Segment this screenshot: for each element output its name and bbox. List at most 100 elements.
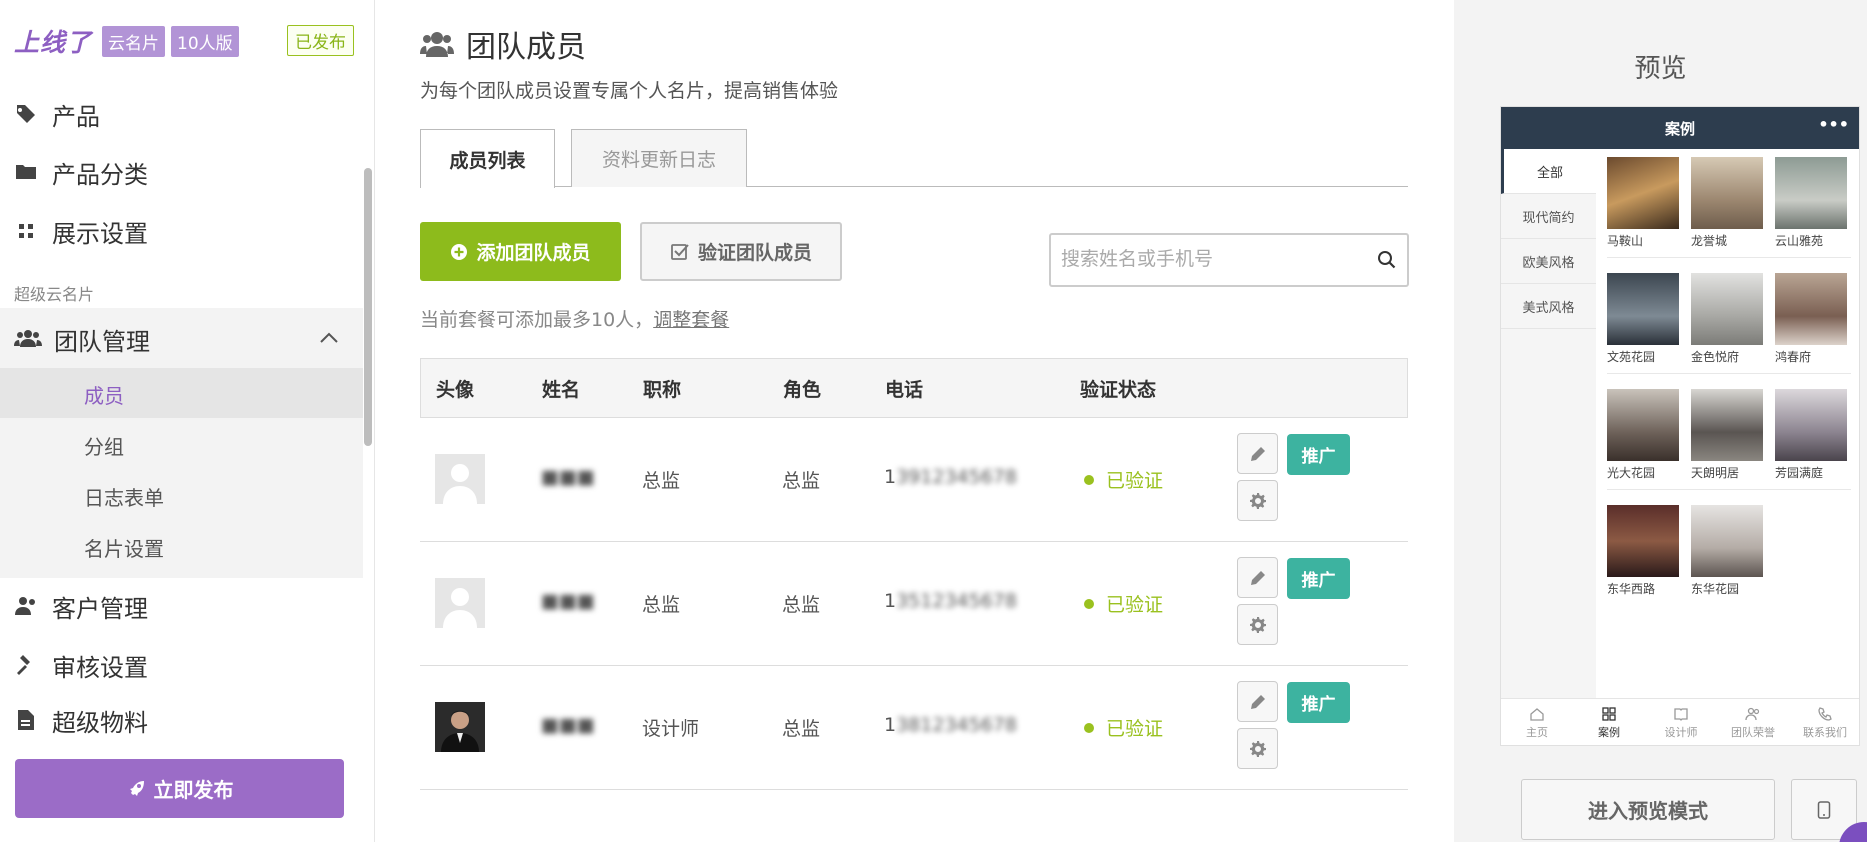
add-member-button[interactable]: 添加团队成员 [420, 222, 621, 281]
settings-button[interactable] [1237, 480, 1278, 521]
case-caption: 光大花园 [1607, 466, 1656, 480]
phone-hidden: 3912345678 [896, 466, 1017, 488]
page-subtitle: 为每个团队成员设置专属个人名片，提高销售体验 [420, 80, 839, 102]
brand-logo[interactable]: 上线了 [14, 23, 92, 59]
search-input[interactable] [1051, 235, 1351, 283]
enter-preview-button[interactable]: 进入预览模式 [1521, 779, 1775, 840]
verify-member-label: 验证团队成员 [697, 242, 812, 264]
case-card[interactable]: 文苑花园 [1607, 273, 1679, 365]
grid-icon [19, 224, 33, 238]
bottom-nav-home[interactable]: 主页 [1501, 699, 1573, 745]
tab-update-log[interactable]: 资料更新日志 [571, 129, 747, 187]
member-role: 总监 [782, 718, 821, 740]
publish-button[interactable]: 立即发布 [15, 759, 344, 818]
case-card[interactable]: 龙誉城 [1691, 157, 1763, 249]
users-icon [1745, 707, 1760, 721]
rocket-icon [129, 780, 144, 796]
brand: 上线了 云名片 10人版 [14, 23, 239, 59]
sidebar-subitem-card-settings[interactable]: 名片设置 [84, 533, 164, 562]
bottom-nav-cases[interactable]: 案例 [1573, 699, 1645, 745]
sidebar-item-categories[interactable]: 产品分类 [14, 154, 148, 190]
member-phone: 13512345678 [884, 590, 1017, 612]
bottom-nav-contact[interactable]: 联系我们 [1789, 699, 1859, 745]
case-image [1691, 389, 1763, 461]
sidebar-subitem-log-forms[interactable]: 日志表单 [84, 482, 164, 511]
published-badge: 已发布 [287, 25, 354, 56]
quota-notice: 当前套餐可添加最多10人，调整套餐 [420, 305, 729, 332]
case-card[interactable]: 马鞍山 [1607, 157, 1679, 249]
pencil-icon [1250, 570, 1265, 585]
member-name: ■■■ [541, 466, 595, 488]
sidebar-item-display-settings[interactable]: 展示设置 [14, 213, 148, 249]
table-row: ■■■ 总监 总监 13912345678 已验证 推广 [420, 418, 1408, 542]
bottom-nav-designers[interactable]: 设计师 [1645, 699, 1717, 745]
edition-tag: 10人版 [171, 25, 239, 57]
sidebar-scrollbar[interactable] [364, 168, 372, 446]
member-role: 总监 [782, 594, 821, 616]
promote-button[interactable]: 推广 [1287, 682, 1350, 723]
case-image [1691, 505, 1763, 577]
case-card[interactable]: 鸿春府 [1775, 273, 1847, 365]
case-card[interactable]: 天朗明居 [1691, 389, 1763, 481]
edit-button[interactable] [1237, 433, 1278, 474]
table-header: 头像 姓名 职称 角色 电话 验证状态 [420, 358, 1408, 418]
settings-button[interactable] [1237, 728, 1278, 769]
verify-member-button[interactable]: 验证团队成员 [640, 222, 842, 281]
chevron-up-icon[interactable] [318, 327, 340, 349]
phone-prefix: 1 [884, 714, 897, 736]
sidebar-item-products[interactable]: 产品 [14, 96, 100, 132]
case-card[interactable]: 金色悦府 [1691, 273, 1763, 365]
case-caption: 马鞍山 [1607, 234, 1644, 248]
users-icon [14, 330, 42, 347]
grid-divider [1607, 373, 1851, 374]
team-management-group: 团队管理 成员 分组 日志表单 名片设置 [0, 308, 363, 578]
case-card[interactable]: 东华花园 [1691, 505, 1763, 597]
bottom-nav-team-honors[interactable]: 团队荣誉 [1717, 699, 1789, 745]
tab-member-list[interactable]: 成员列表 [420, 129, 555, 188]
table-row: ■■■ 设计师 总监 13812345678 已验证 推广 [420, 666, 1408, 790]
case-card[interactable]: 芳园满庭 [1775, 389, 1847, 481]
case-caption: 龙誉城 [1691, 234, 1728, 248]
promote-button[interactable]: 推广 [1287, 434, 1350, 475]
sidebar-item-customers[interactable]: 客户管理 [14, 588, 148, 624]
phone-hidden: 3512345678 [896, 590, 1017, 612]
settings-button[interactable] [1237, 604, 1278, 645]
verification-status: 已验证 [1084, 590, 1163, 617]
sidebar-item-review-settings[interactable]: 审核设置 [14, 647, 148, 683]
case-image [1607, 157, 1679, 229]
avatar [435, 578, 485, 628]
sidebar-item-label: 超级物料 [52, 708, 148, 737]
sidebar-subitem-groups[interactable]: 分组 [84, 431, 124, 460]
case-image [1607, 505, 1679, 577]
member-title: 总监 [642, 470, 681, 492]
sidebar-subitem-members[interactable]: 成员 [84, 380, 124, 409]
search-icon[interactable] [1377, 250, 1397, 270]
column-header-avatar: 头像 [436, 379, 475, 401]
bottom-nav-label: 主页 [1526, 726, 1548, 739]
case-card[interactable]: 光大花园 [1607, 389, 1679, 481]
case-card[interactable]: 东华西路 [1607, 505, 1679, 597]
promote-button[interactable]: 推广 [1287, 558, 1350, 599]
sidebar-item-super-materials[interactable]: 超级物料 [14, 702, 148, 738]
gear-icon [1249, 740, 1266, 757]
category-item[interactable]: 欧美风格 [1501, 239, 1596, 284]
adjust-plan-link[interactable]: 调整套餐 [653, 309, 729, 331]
more-icon[interactable]: ••• [1818, 115, 1849, 134]
avatar [435, 454, 485, 504]
case-image [1775, 389, 1847, 461]
category-item[interactable]: 现代简约 [1501, 194, 1596, 239]
column-header-status: 验证状态 [1080, 379, 1157, 401]
category-item[interactable]: 全部 [1501, 149, 1596, 194]
edit-button[interactable] [1237, 557, 1278, 598]
checkbox-icon [671, 243, 689, 260]
member-phone: 13912345678 [884, 466, 1017, 488]
verification-status: 已验证 [1084, 466, 1163, 493]
column-header-phone: 电话 [885, 379, 924, 401]
edit-button[interactable] [1237, 681, 1278, 722]
sidebar-item-team-management[interactable]: 团队管理 [14, 321, 344, 357]
preview-title: 预览 [1634, 54, 1687, 84]
category-item[interactable]: 美式风格 [1501, 284, 1596, 329]
case-card[interactable]: 云山雅苑 [1775, 157, 1847, 249]
phone-prefix: 1 [884, 466, 897, 488]
column-header-name: 姓名 [542, 379, 581, 401]
